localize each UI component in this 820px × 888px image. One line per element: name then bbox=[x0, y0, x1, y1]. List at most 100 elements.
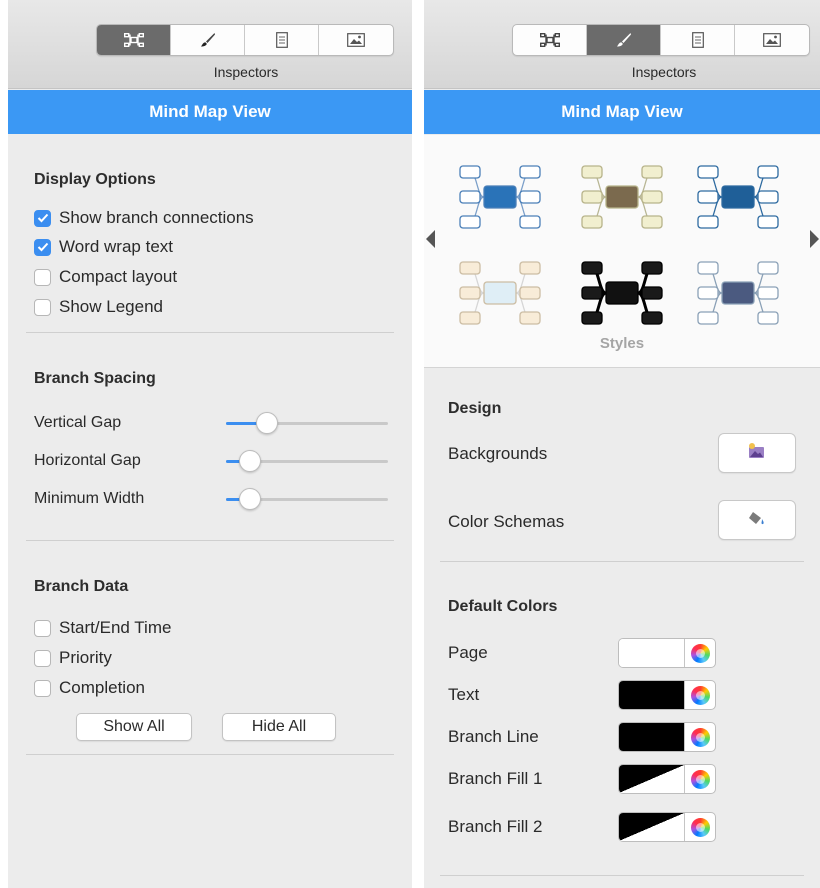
style-thumbnail[interactable] bbox=[448, 258, 552, 328]
color-well[interactable] bbox=[618, 638, 716, 668]
color-wheel-icon bbox=[690, 685, 710, 705]
mindmap-style-icon bbox=[581, 165, 663, 229]
inspectors-label: Inspectors bbox=[631, 64, 697, 80]
slider-row: Horizontal Gap bbox=[34, 448, 388, 474]
color-well[interactable] bbox=[618, 812, 716, 842]
image-icon bbox=[347, 33, 365, 47]
style-thumbnail[interactable] bbox=[686, 258, 790, 328]
display-option-row[interactable]: Word wrap text bbox=[34, 236, 173, 258]
default-colors-title: Default Colors bbox=[448, 598, 558, 615]
color-picker-button[interactable] bbox=[685, 765, 715, 793]
branch-spacing-title: Branch Spacing bbox=[34, 370, 156, 387]
mindmap-style-icon bbox=[459, 261, 541, 325]
color-picker-button[interactable] bbox=[685, 681, 715, 709]
inspectors-label: Inspectors bbox=[213, 64, 279, 80]
color-swatch[interactable] bbox=[619, 723, 685, 751]
color-label: Branch Fill 1 bbox=[448, 769, 543, 788]
color-wheel-icon bbox=[690, 643, 710, 663]
display-option-row[interactable]: Show branch connections bbox=[34, 207, 254, 229]
slider-label: Minimum Width bbox=[34, 490, 145, 507]
checkbox-label: Show Legend bbox=[59, 297, 163, 316]
tab-style[interactable] bbox=[171, 25, 245, 55]
next-style-arrow-icon[interactable] bbox=[810, 230, 819, 248]
show-all-button[interactable]: Show All bbox=[76, 713, 192, 741]
color-label: Branch Line bbox=[448, 727, 539, 746]
checkbox-label: Word wrap text bbox=[59, 237, 174, 256]
display-option-row[interactable]: Show Legend bbox=[34, 296, 163, 318]
color-swatch[interactable] bbox=[619, 765, 685, 793]
color-label: Page bbox=[448, 643, 488, 662]
color-wheel-icon bbox=[690, 817, 710, 837]
styles-gallery: Styles bbox=[424, 135, 820, 368]
mindmap-style-icon bbox=[697, 165, 779, 229]
color-schemas-button[interactable] bbox=[718, 500, 796, 540]
checkbox-label: Completion bbox=[59, 678, 145, 697]
color-swatch[interactable] bbox=[619, 681, 685, 709]
style-thumbnail[interactable] bbox=[570, 162, 674, 232]
paint-bucket-icon bbox=[747, 509, 767, 532]
slider-label: Horizontal Gap bbox=[34, 452, 141, 469]
checkbox[interactable] bbox=[34, 619, 51, 637]
styles-label: Styles bbox=[599, 335, 645, 352]
checkbox[interactable] bbox=[34, 649, 51, 667]
checkmark-icon bbox=[37, 213, 48, 223]
divider bbox=[26, 332, 394, 333]
divider bbox=[26, 754, 394, 755]
branch-data-title: Branch Data bbox=[34, 578, 129, 595]
mindmap-style-icon bbox=[459, 165, 541, 229]
color-picker-button[interactable] bbox=[685, 639, 715, 667]
style-thumbnail[interactable] bbox=[686, 162, 790, 232]
backgrounds-button[interactable] bbox=[718, 433, 796, 473]
tab-image[interactable] bbox=[319, 25, 393, 55]
checkbox[interactable] bbox=[34, 209, 51, 227]
checkbox-label: Start/End Time bbox=[59, 618, 172, 637]
color-well[interactable] bbox=[618, 680, 716, 710]
slider-track[interactable] bbox=[226, 450, 388, 472]
slider-track[interactable] bbox=[226, 412, 388, 434]
background-image-icon bbox=[747, 442, 767, 465]
checkbox[interactable] bbox=[34, 679, 51, 697]
tab-document[interactable] bbox=[661, 25, 735, 55]
display-option-row[interactable]: Compact layout bbox=[34, 266, 177, 288]
mindmap-style-icon bbox=[581, 261, 663, 325]
checkbox[interactable] bbox=[34, 238, 51, 256]
checkbox[interactable] bbox=[34, 268, 51, 286]
color-well[interactable] bbox=[618, 764, 716, 794]
color-picker-button[interactable] bbox=[685, 813, 715, 841]
tab-mindmap[interactable] bbox=[97, 25, 171, 55]
tab-style[interactable] bbox=[587, 25, 661, 55]
color-label: Text bbox=[448, 685, 480, 704]
mindmap-icon bbox=[123, 33, 144, 47]
tab-document[interactable] bbox=[245, 25, 319, 55]
tab-mindmap[interactable] bbox=[513, 25, 587, 55]
hide-all-button[interactable]: Hide All bbox=[222, 713, 336, 741]
mindmap-style-icon bbox=[697, 261, 779, 325]
color-picker-button[interactable] bbox=[685, 723, 715, 751]
branch-data-row[interactable]: Priority bbox=[34, 647, 112, 669]
color-swatch[interactable] bbox=[619, 639, 685, 667]
inspector-toolbar: Inspectors bbox=[8, 0, 412, 89]
color-wheel-icon bbox=[690, 727, 710, 747]
color-swatch[interactable] bbox=[619, 813, 685, 841]
brush-icon bbox=[200, 32, 216, 48]
style-thumbnail[interactable] bbox=[570, 258, 674, 328]
branch-data-row[interactable]: Start/End Time bbox=[34, 617, 171, 639]
color-well[interactable] bbox=[618, 722, 716, 752]
inspector-tab-bar bbox=[512, 24, 810, 56]
tab-image[interactable] bbox=[735, 25, 809, 55]
inspector-toolbar: Inspectors bbox=[424, 0, 820, 89]
branch-data-row[interactable]: Completion bbox=[34, 677, 145, 699]
slider-track[interactable] bbox=[226, 488, 388, 510]
design-title: Design bbox=[448, 400, 502, 417]
style-thumbnail[interactable] bbox=[448, 162, 552, 232]
previous-style-arrow-icon[interactable] bbox=[426, 230, 435, 248]
inspector-tab-bar bbox=[96, 24, 394, 56]
checkbox-label: Compact layout bbox=[59, 267, 178, 286]
slider-knob[interactable] bbox=[255, 412, 278, 434]
color-label: Branch Fill 2 bbox=[448, 817, 543, 836]
slider-knob[interactable] bbox=[239, 488, 262, 510]
checkbox[interactable] bbox=[34, 298, 51, 316]
slider-row: Minimum Width bbox=[34, 486, 388, 512]
document-icon bbox=[275, 32, 288, 48]
slider-knob[interactable] bbox=[239, 450, 262, 472]
